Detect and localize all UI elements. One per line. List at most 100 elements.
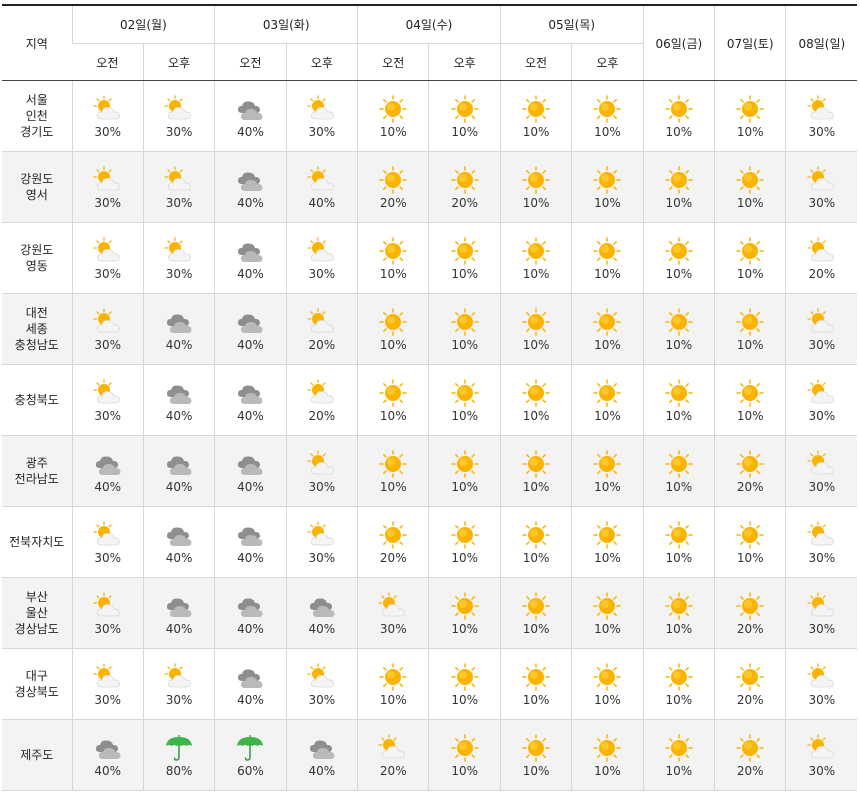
precip-probability: 80% xyxy=(165,763,193,778)
forecast-cell: 10% xyxy=(571,506,644,578)
sunny-icon xyxy=(376,307,410,337)
cloudy-icon xyxy=(162,378,196,408)
precip-probability: 60% xyxy=(237,763,264,778)
cloudy-icon xyxy=(233,520,267,550)
precip-probability: 10% xyxy=(594,692,621,707)
precip-probability: 30% xyxy=(808,408,836,423)
forecast-cell: 30% xyxy=(71,222,144,294)
precip-probability: 10% xyxy=(522,337,550,352)
partly-cloudy-icon xyxy=(91,236,125,266)
table-row: 강원도 영서 30% 30% 40% 40% 20% 20% 10% 10% 1… xyxy=(2,151,858,223)
sunny-icon xyxy=(519,449,553,479)
sunny-icon xyxy=(733,591,767,621)
forecast-cell: 80% xyxy=(142,719,215,791)
sunny-icon xyxy=(662,307,696,337)
sunny-icon xyxy=(448,520,482,550)
forecast-cell: 20% xyxy=(357,719,429,791)
sunny-icon xyxy=(376,94,410,124)
sunny-icon xyxy=(733,307,767,337)
precip-probability: 10% xyxy=(379,266,407,281)
sunny-icon xyxy=(590,236,624,266)
region-name: 강원도 영서 xyxy=(2,151,72,223)
precip-probability: 30% xyxy=(808,763,836,778)
precip-probability: 40% xyxy=(237,479,264,494)
sunny-icon xyxy=(519,165,553,195)
sunny-icon xyxy=(733,733,767,763)
forecast-cell: 10% xyxy=(571,80,644,152)
partly-cloudy-icon xyxy=(305,662,339,692)
precip-probability: 10% xyxy=(594,408,621,423)
forecast-cell: 10% xyxy=(642,80,715,152)
precip-probability: 40% xyxy=(308,763,336,778)
precip-probability: 10% xyxy=(451,763,478,778)
sunny-icon xyxy=(662,520,696,550)
forecast-cell: 10% xyxy=(642,719,715,791)
sunny-icon xyxy=(519,662,553,692)
forecast-cell: 30% xyxy=(285,435,358,507)
header-am: 오전 xyxy=(72,43,144,81)
forecast-cell: 30% xyxy=(71,648,144,720)
sunny-icon xyxy=(448,94,482,124)
precip-probability: 10% xyxy=(594,337,621,352)
precip-probability: 40% xyxy=(237,692,264,707)
precip-probability: 10% xyxy=(594,763,621,778)
forecast-cell: 20% xyxy=(357,151,429,223)
precip-probability: 30% xyxy=(808,479,836,494)
sunny-icon xyxy=(519,94,553,124)
precip-probability: 10% xyxy=(522,479,550,494)
sunny-icon xyxy=(733,520,767,550)
forecast-cell: 10% xyxy=(571,435,644,507)
forecast-cell: 30% xyxy=(285,80,358,152)
precip-probability: 30% xyxy=(94,266,122,281)
forecast-cell: 10% xyxy=(642,364,715,436)
region-name: 광주 전라남도 xyxy=(2,435,72,507)
sunny-icon xyxy=(590,449,624,479)
forecast-cell: 40% xyxy=(71,435,144,507)
forecast-cell: 40% xyxy=(142,577,215,649)
forecast-cell: 10% xyxy=(571,222,644,294)
forecast-cell: 30% xyxy=(785,435,858,507)
sunny-icon xyxy=(662,449,696,479)
sunny-icon xyxy=(376,520,410,550)
precip-probability: 30% xyxy=(94,692,122,707)
sunny-icon xyxy=(448,662,482,692)
forecast-cell: 20% xyxy=(285,364,358,436)
precip-probability: 10% xyxy=(665,692,693,707)
forecast-cell: 20% xyxy=(285,293,358,365)
region-name: 대구 경상북도 xyxy=(2,648,72,720)
partly-cloudy-icon xyxy=(376,733,410,763)
forecast-cell: 30% xyxy=(785,648,858,720)
precip-probability: 20% xyxy=(451,195,478,210)
partly-cloudy-icon xyxy=(305,520,339,550)
header-am: 오전 xyxy=(499,43,572,81)
cloudy-icon xyxy=(91,733,125,763)
forecast-cell: 40% xyxy=(285,577,358,649)
forecast-cell: 10% xyxy=(642,577,715,649)
forecast-cell: 10% xyxy=(571,719,644,791)
precip-probability: 10% xyxy=(736,337,764,352)
forecast-cell: 10% xyxy=(571,293,644,365)
sunny-icon xyxy=(519,307,553,337)
forecast-cell: 20% xyxy=(714,719,786,791)
precip-probability: 40% xyxy=(165,479,193,494)
precip-probability: 30% xyxy=(379,621,407,636)
precip-probability: 40% xyxy=(237,337,264,352)
sunny-icon xyxy=(376,378,410,408)
sunny-icon xyxy=(733,378,767,408)
precip-probability: 10% xyxy=(379,337,407,352)
partly-cloudy-icon xyxy=(805,449,839,479)
partly-cloudy-icon xyxy=(805,165,839,195)
table-row: 전북자치도 30% 40% 40% 30% 20% 10% 10% 10% 10… xyxy=(2,506,858,578)
table-row: 서울 인천 경기도 30% 30% 40% 30% 10% 10% 10% 10… xyxy=(2,80,858,152)
precip-probability: 10% xyxy=(665,337,693,352)
forecast-cell: 30% xyxy=(785,151,858,223)
sunny-icon xyxy=(590,378,624,408)
precip-probability: 10% xyxy=(594,266,621,281)
header-day: 05일(목) xyxy=(499,5,644,44)
forecast-cell: 30% xyxy=(785,577,858,649)
partly-cloudy-icon xyxy=(91,165,125,195)
precip-probability: 10% xyxy=(665,266,693,281)
partly-cloudy-icon xyxy=(305,165,339,195)
precip-probability: 20% xyxy=(736,692,764,707)
precip-probability: 40% xyxy=(237,621,264,636)
